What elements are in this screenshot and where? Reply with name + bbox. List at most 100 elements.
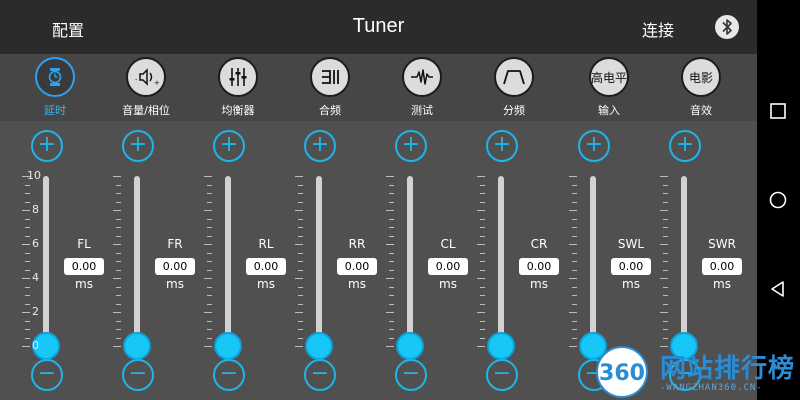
slider-thumb[interactable] xyxy=(214,332,242,360)
channel-name: CR xyxy=(530,237,548,251)
watermark: 360 网站排行榜 -WANGZHAN360.CN- xyxy=(592,345,800,400)
tab-volume-phase[interactable]: - + 音量/相位 xyxy=(106,54,186,121)
slider-thumb[interactable] xyxy=(396,332,424,360)
tick-mark xyxy=(25,227,30,228)
unit-label: ms xyxy=(257,277,275,291)
increase-button[interactable]: + xyxy=(669,130,701,162)
tick-mark xyxy=(298,286,303,288)
tick-mark xyxy=(480,303,485,305)
delay-value-field[interactable]: 0.00 xyxy=(428,258,468,275)
delay-value-field[interactable]: 0.00 xyxy=(337,258,377,275)
slider-thumb[interactable] xyxy=(487,332,515,360)
tick-mark xyxy=(572,329,577,330)
decrease-button[interactable]: − xyxy=(486,359,518,391)
unit-label: ms xyxy=(713,277,731,291)
slider-thumb[interactable] xyxy=(123,332,151,360)
slider-ticks xyxy=(569,176,577,347)
bluetooth-icon[interactable] xyxy=(715,15,739,39)
tick-mark xyxy=(116,193,121,194)
tab-test[interactable]: 测试 xyxy=(382,54,462,121)
svg-text:+: + xyxy=(154,79,160,87)
tick-mark xyxy=(389,193,394,194)
increase-button[interactable]: + xyxy=(486,130,518,162)
channel-rl: + RL 0.00 ms − xyxy=(198,121,289,400)
tick-mark xyxy=(480,320,485,322)
tab-label: 合频 xyxy=(319,104,341,117)
tab-divider[interactable]: 分频 xyxy=(474,54,554,121)
slider-track[interactable] xyxy=(43,176,49,346)
tick-mark xyxy=(663,269,668,271)
slider-track[interactable] xyxy=(134,176,140,346)
scale-label: 6 xyxy=(32,237,39,250)
tick-mark xyxy=(207,218,212,220)
tick-mark xyxy=(480,252,485,254)
tick-mark xyxy=(389,337,394,339)
delay-value-field[interactable]: 0.00 xyxy=(64,258,104,275)
tick-mark xyxy=(25,286,30,288)
tick-mark xyxy=(298,295,303,296)
tick-mark xyxy=(207,184,212,186)
decrease-button[interactable]: − xyxy=(213,359,245,391)
tab-merge[interactable]: 合频 xyxy=(290,54,370,121)
slider-track[interactable] xyxy=(498,176,504,346)
slider-track[interactable] xyxy=(407,176,413,346)
increase-button[interactable]: + xyxy=(304,130,336,162)
home-icon[interactable] xyxy=(768,190,788,210)
slider-track[interactable] xyxy=(316,176,322,346)
tick-mark xyxy=(569,210,577,211)
tick-mark xyxy=(298,261,303,262)
slider-track[interactable] xyxy=(225,176,231,346)
channel-fl: + FL 0.00 ms − xyxy=(16,121,107,400)
tick-mark xyxy=(298,329,303,330)
delay-value-field[interactable]: 0.00 xyxy=(611,258,651,275)
tick-mark xyxy=(660,244,668,245)
tick-mark xyxy=(389,320,394,322)
connect-button[interactable]: 连接 xyxy=(642,17,674,41)
tick-mark xyxy=(572,295,577,296)
decrease-button[interactable]: − xyxy=(395,359,427,391)
tick-mark xyxy=(116,295,121,296)
delay-value-field[interactable]: 0.00 xyxy=(702,258,742,275)
tick-mark xyxy=(480,235,485,237)
decrease-button[interactable]: − xyxy=(122,359,154,391)
increase-button[interactable]: + xyxy=(395,130,427,162)
tick-mark xyxy=(22,278,30,279)
increase-button[interactable]: + xyxy=(122,130,154,162)
tab-delay[interactable]: 延时 xyxy=(15,54,95,121)
channel-fr: + FR 0.00 ms − xyxy=(107,121,198,400)
watermark-logo-text: 360 xyxy=(599,361,645,386)
equalizer-icon xyxy=(218,57,258,97)
tab-sound-effect[interactable]: 电影 音效 xyxy=(661,54,741,121)
tick-mark xyxy=(663,184,668,186)
increase-button[interactable]: + xyxy=(31,130,63,162)
decrease-button[interactable]: − xyxy=(31,359,63,391)
tick-mark xyxy=(298,193,303,194)
tab-equalizer[interactable]: 均衡器 xyxy=(198,54,278,121)
tick-mark xyxy=(298,184,303,186)
tick-mark xyxy=(116,303,121,305)
tick-mark xyxy=(113,176,121,177)
slider-track[interactable] xyxy=(590,176,596,346)
increase-button[interactable]: + xyxy=(578,130,610,162)
back-icon[interactable] xyxy=(768,279,788,299)
tick-mark xyxy=(116,227,121,228)
increase-button[interactable]: + xyxy=(213,130,245,162)
watermark-text: 网站排行榜 xyxy=(660,354,796,384)
decrease-button[interactable]: − xyxy=(304,359,336,391)
tick-mark xyxy=(660,278,668,279)
channel-name: SWR xyxy=(708,237,736,251)
delay-value-field[interactable]: 0.00 xyxy=(155,258,195,275)
slider-thumb[interactable] xyxy=(305,332,333,360)
recent-apps-icon[interactable] xyxy=(768,101,788,121)
tab-icon-text: 高电平 xyxy=(591,70,628,85)
slider-ticks xyxy=(113,176,121,347)
tab-input[interactable]: 高电平 输入 xyxy=(569,54,649,121)
tick-mark xyxy=(663,201,668,203)
delay-value-field[interactable]: 0.00 xyxy=(246,258,286,275)
tick-mark xyxy=(569,346,577,347)
delay-value-field[interactable]: 0.00 xyxy=(519,258,559,275)
tick-mark xyxy=(663,320,668,322)
slider-ticks xyxy=(660,176,668,347)
tick-mark xyxy=(207,320,212,322)
slider-track[interactable] xyxy=(681,176,687,346)
